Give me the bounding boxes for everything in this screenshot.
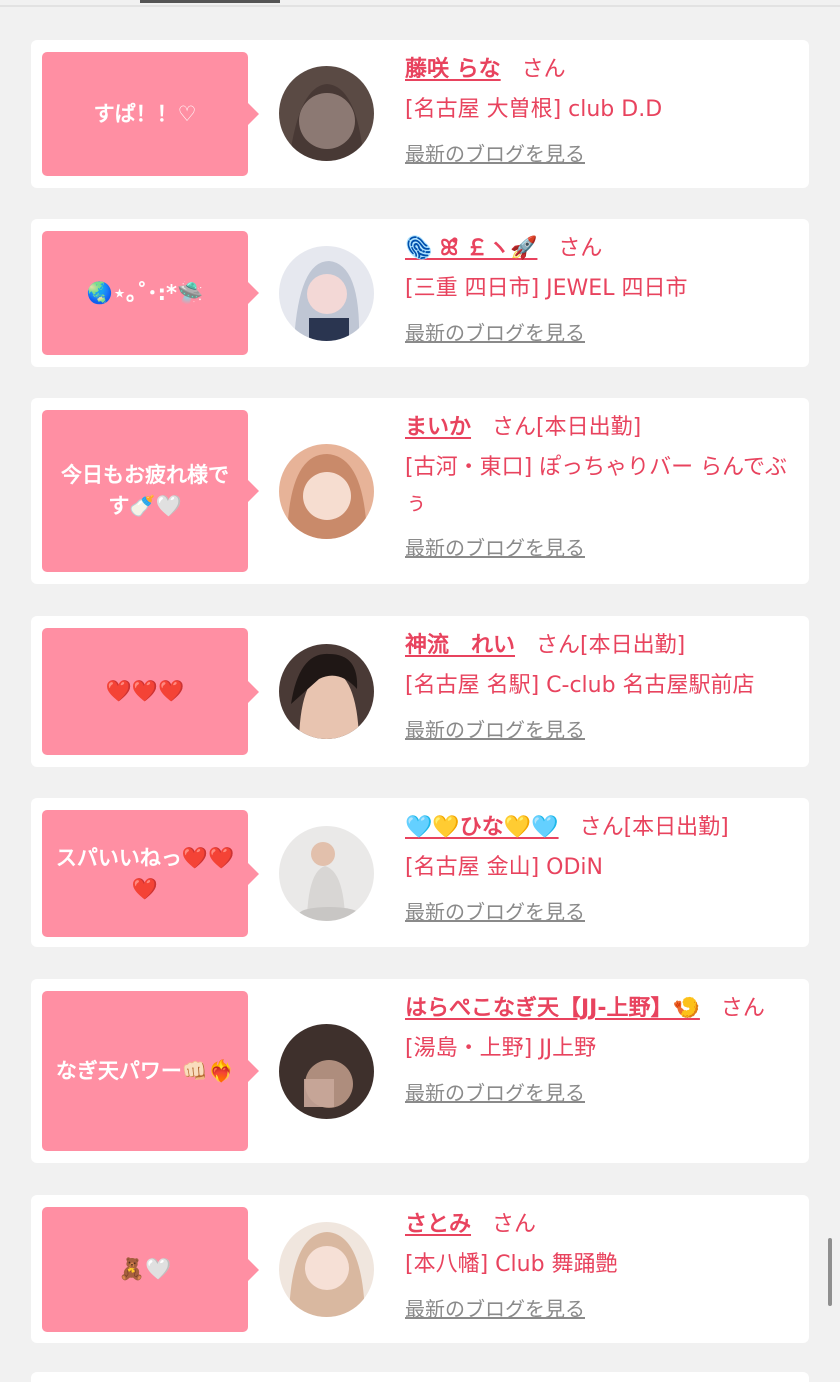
entry-info: 神流 れい さん[本日出勤] [名古屋 名駅] C-club 名古屋駅前店 最新… [405,628,800,744]
latest-blog-link[interactable]: 最新のブログを見る [405,1079,585,1107]
shop-info: [古河・東口] ぽっちゃりバー らんでぶぅ [405,455,788,516]
active-tab-indicator [140,0,280,3]
latest-blog-link[interactable]: 最新のブログを見る [405,898,585,926]
message-bubble: スパいいねっ❤️❤️❤️ [42,810,259,937]
honorific: さん [720,996,765,1021]
avatar[interactable] [279,1024,374,1119]
entry-info: まいか さん[本日出勤] [古河・東口] ぽっちゃりバー らんでぶぅ 最新のブロ… [405,410,800,562]
message-bubble: 今日もお疲れ様です🍼🤍 [42,410,259,572]
message-bubble: なぎ天パワー👊🏻❤️‍🔥 [42,991,259,1151]
list-item: すぱ！！♡ 藤咲 らな さん [名古屋 大曽根] club D.D 最新のブログ… [31,40,809,188]
honorific: さん [521,57,566,82]
girl-name-link[interactable]: はらぺこなぎ天【JJ-上野】🍤 [405,996,700,1021]
shop-info: [本八幡] Club 舞踊艶 [405,1252,618,1277]
message-text: 🧸🤍 [118,1257,172,1281]
honorific: さん [558,236,603,261]
entry-info: 🫆 ꕤ̊ ￡ヽ🚀 さん [三重 四日市] JEWEL 四日市 最新のブログを見る [405,231,800,347]
shop-info: [湯島・上野] JJ上野 [405,1036,597,1061]
avatar[interactable] [279,246,374,341]
message-bubble: すぱ！！♡ [42,52,259,176]
honorific: さん [579,815,624,840]
list-item-partial [31,1372,809,1382]
avatar[interactable] [279,444,374,539]
status-badge: [本日出勤] [580,633,686,658]
latest-blog-link[interactable]: 最新のブログを見る [405,716,585,744]
honorific: さん [536,633,581,658]
list-item: 今日もお疲れ様です🍼🤍 まいか さん[本日出勤] [古河・東口] ぽっちゃりバー… [31,398,809,584]
latest-blog-link[interactable]: 最新のブログを見る [405,140,585,168]
entry-info: 🩵💛ひな💛🩵 さん[本日出勤] [名古屋 金山] ODiN 最新のブログを見る [405,810,800,926]
latest-blog-link[interactable]: 最新のブログを見る [405,1295,585,1323]
message-text: 🌏⋆｡˚･:*🛸 [86,280,204,305]
message-bubble: 🧸🤍 [42,1207,259,1332]
avatar[interactable] [279,66,374,161]
avatar[interactable] [279,1222,374,1317]
entry-info: 藤咲 らな さん [名古屋 大曽根] club D.D 最新のブログを見る [405,52,800,168]
message-bubble: ❤️❤️❤️ [42,628,259,755]
scrollbar[interactable] [828,1238,832,1306]
shop-info: [名古屋 名駅] C-club 名古屋駅前店 [405,673,755,698]
list-item: 🌏⋆｡˚･:*🛸 🫆 ꕤ̊ ￡ヽ🚀 さん [三重 四日市] JEWEL 四日市 … [31,219,809,367]
girl-name-link[interactable]: さとみ [405,1212,471,1237]
shop-info: [三重 四日市] JEWEL 四日市 [405,276,688,301]
message-text: なぎ天パワー👊🏻❤️‍🔥 [55,1058,235,1083]
girl-name-link[interactable]: まいか [405,415,471,440]
girl-name-link[interactable]: 🫆 ꕤ̊ ￡ヽ🚀 [405,236,537,261]
message-text: スパいいねっ❤️❤️❤️ [55,845,235,901]
message-text: ❤️❤️❤️ [105,679,185,703]
honorific: さん [492,415,537,440]
honorific: さん [492,1212,537,1237]
status-badge: [本日出勤] [623,815,729,840]
entry-info: さとみ さん [本八幡] Club 舞踊艶 最新のブログを見る [405,1207,800,1323]
message-bubble: 🌏⋆｡˚･:*🛸 [42,231,259,355]
shop-info: [名古屋 大曽根] club D.D [405,97,663,122]
girl-name-link[interactable]: 🩵💛ひな💛🩵 [405,815,559,840]
status-badge: [本日出勤] [536,415,642,440]
latest-blog-link[interactable]: 最新のブログを見る [405,534,585,562]
latest-blog-link[interactable]: 最新のブログを見る [405,319,585,347]
avatar[interactable] [279,644,374,739]
list-item: スパいいねっ❤️❤️❤️ 🩵💛ひな💛🩵 さん[本日出勤] [名古屋 金山] OD… [31,798,809,947]
top-tab-indicator [0,0,840,8]
list-item: 🧸🤍 さとみ さん [本八幡] Club 舞踊艶 最新のブログを見る [31,1195,809,1343]
entry-info: はらぺこなぎ天【JJ-上野】🍤 さん [湯島・上野] JJ上野 最新のブログを見… [405,991,800,1107]
girl-name-link[interactable]: 神流 れい [405,633,515,658]
list-item: ❤️❤️❤️ 神流 れい さん[本日出勤] [名古屋 名駅] C-club 名古… [31,616,809,767]
message-text: すぱ！！♡ [93,101,197,126]
shop-info: [名古屋 金山] ODiN [405,855,603,880]
list-item: なぎ天パワー👊🏻❤️‍🔥 はらぺこなぎ天【JJ-上野】🍤 さん [湯島・上野] … [31,979,809,1163]
avatar[interactable] [279,826,374,921]
message-text: 今日もお疲れ様です🍼🤍 [61,463,229,518]
divider [0,5,840,7]
girl-name-link[interactable]: 藤咲 らな [405,57,501,82]
